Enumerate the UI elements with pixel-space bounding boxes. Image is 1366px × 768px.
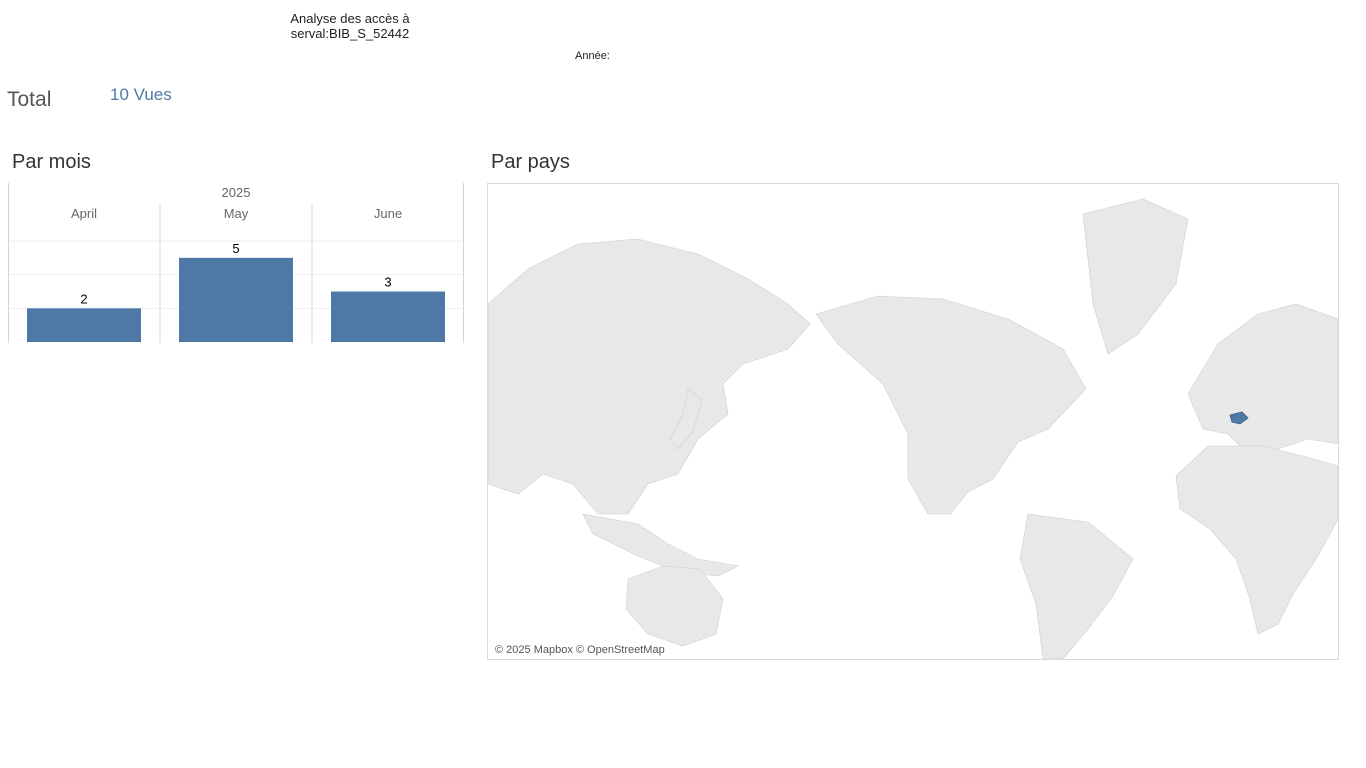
title-line-2: serval:BIB_S_52442: [290, 26, 410, 41]
category-label-june: June: [374, 206, 402, 221]
south-america-landmass[interactable]: [1019, 513, 1134, 659]
world-map-svg[interactable]: [488, 184, 1338, 659]
north-america-landmass[interactable]: [815, 295, 1087, 515]
bar-june[interactable]: [331, 291, 445, 343]
europe-landmass[interactable]: [1187, 303, 1338, 455]
data-label-may: 5: [232, 241, 239, 256]
africa-landmass[interactable]: [1175, 445, 1338, 635]
total-label: Total: [7, 88, 52, 111]
dashboard-title: Analyse des accès à serval:BIB_S_52442: [250, 11, 450, 41]
bar-april[interactable]: [27, 308, 141, 342]
australia-landmass[interactable]: [625, 565, 724, 647]
greenland-landmass[interactable]: [1082, 198, 1189, 355]
monthly-bar-chart: 2025 April 2 May 5 June 3: [8, 183, 464, 343]
title-line-1: Analyse des accès à: [290, 11, 410, 26]
country-map[interactable]: © 2025 Mapbox © OpenStreetMap: [487, 183, 1339, 660]
year-filter-label[interactable]: Année:: [575, 50, 610, 62]
section-title-by-month: Par mois: [12, 151, 91, 173]
category-label-april: April: [71, 206, 97, 221]
section-title-by-country: Par pays: [491, 151, 570, 173]
total-views-value[interactable]: 10 Vues: [110, 85, 172, 105]
bar-chart-svg: 2025 April 2 May 5 June 3: [8, 183, 464, 343]
data-label-april: 2: [80, 291, 87, 306]
data-label-june: 3: [384, 275, 391, 290]
category-label-may: May: [224, 206, 249, 221]
column-header-year: 2025: [222, 185, 251, 200]
asia-landmass[interactable]: [488, 238, 811, 515]
bar-may[interactable]: [179, 257, 293, 342]
map-attribution: © 2025 Mapbox © OpenStreetMap: [495, 644, 665, 656]
